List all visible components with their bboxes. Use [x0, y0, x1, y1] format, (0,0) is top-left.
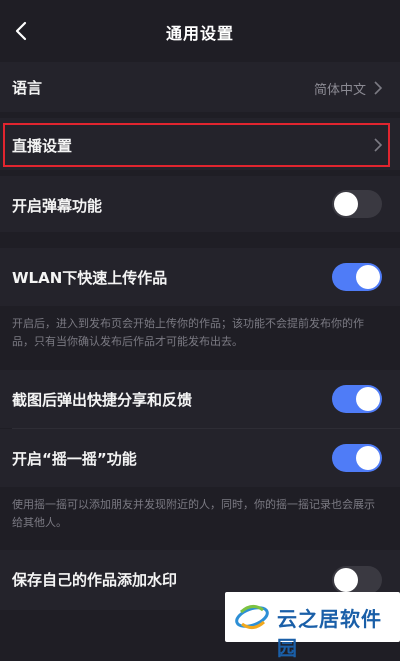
shake-toggle[interactable] [332, 444, 382, 472]
language-row[interactable]: 语言 简体中文 [0, 62, 400, 112]
wlan-upload-label: WLAN下快速上传作品 [12, 269, 168, 287]
screenshot-share-toggle[interactable] [332, 385, 382, 413]
screenshot-share-label: 截图后弹出快捷分享和反馈 [12, 391, 193, 409]
highlight-box [3, 123, 390, 167]
header-bar: 通用设置 [0, 0, 400, 62]
shake-description: 使用摇一摇可以添加朋友并发现附近的人，同时，你的摇一摇记录也会展示给其他人。 [12, 498, 375, 529]
screenshot-share-row: 截图后弹出快捷分享和反馈 [0, 370, 400, 428]
language-label: 语言 [12, 79, 43, 97]
site-watermark-text: 云之居软件园 [277, 607, 382, 660]
page-title: 通用设置 [165, 24, 234, 43]
language-value: 简体中文 [313, 83, 366, 98]
wlan-upload-description: 开启后，进入到发布页会开始上传你的作品；该功能不会提前发布你的作品，只有当你确认… [12, 317, 364, 348]
site-logo-icon [235, 605, 269, 629]
shake-label: 开启“摇一摇”功能 [12, 450, 137, 468]
danmaku-row: 开启弹幕功能 [0, 176, 400, 232]
danmaku-label: 开启弹幕功能 [12, 197, 103, 215]
danmaku-toggle[interactable] [332, 190, 382, 218]
shake-row: 开启“摇一摇”功能 [0, 429, 400, 487]
watermark-label: 保存自己的作品添加水印 [12, 571, 178, 589]
site-watermark: 云之居软件园 [225, 592, 400, 660]
chevron-right-icon [374, 81, 383, 95]
wlan-upload-row: WLAN下快速上传作品 [0, 248, 400, 306]
wlan-upload-toggle[interactable] [332, 263, 382, 291]
watermark-toggle[interactable] [332, 566, 382, 594]
